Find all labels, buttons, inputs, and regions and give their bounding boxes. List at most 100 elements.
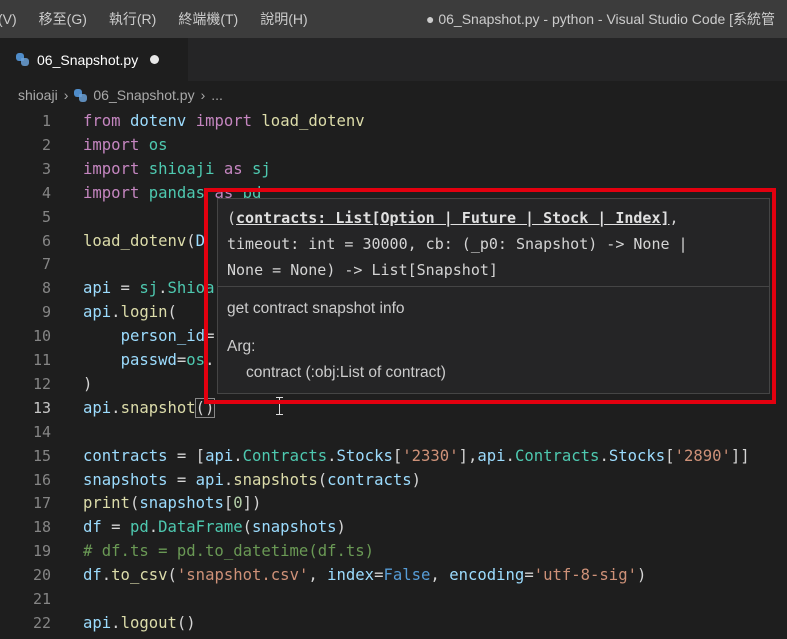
code-token: snapshots (252, 518, 337, 537)
code-token: api (83, 303, 112, 322)
line-number: 12 (32, 374, 51, 393)
code-line[interactable]: 19 # df.ts = pd.to_datetime(df.ts) (0, 539, 787, 563)
menu-terminal[interactable]: 終端機(T) (167, 0, 249, 38)
code-line[interactable]: 18 df = pd.DataFrame(snapshots) (0, 515, 787, 539)
code-token: snapshots (139, 494, 224, 513)
line-number: 11 (32, 351, 51, 369)
code-token: [ (392, 446, 403, 465)
code-text[interactable]: contracts = [api.Contracts.Stocks['2330'… (83, 444, 750, 468)
line-number: 19 (32, 542, 51, 561)
code-token: . (223, 470, 234, 489)
code-token: . (327, 446, 337, 465)
code-text[interactable]: ) (83, 372, 92, 396)
highlight-frame (204, 188, 776, 404)
line-number: 21 (32, 590, 51, 608)
line-number: 8 (41, 279, 51, 298)
breadcrumb-file[interactable]: 06_Snapshot.py (93, 87, 194, 103)
line-number: 18 (32, 518, 51, 537)
code-token: import (195, 112, 253, 130)
code-token: ]] (730, 446, 750, 465)
code-text[interactable]: load_dotenv(D (83, 229, 205, 253)
code-token: os (186, 351, 206, 369)
code-token: . (111, 398, 121, 417)
code-text[interactable]: person_id= (83, 324, 215, 348)
chevron-right-icon: › (63, 87, 69, 103)
code-text[interactable]: api.logout() (83, 611, 196, 635)
code-token: # df.ts = pd.to_datetime(df.ts) (83, 542, 375, 561)
line-number: 13 (32, 398, 51, 417)
code-line[interactable]: 1 from dotenv import load_dotenv (0, 109, 787, 133)
code-text[interactable]: import shioaji as sj (83, 157, 271, 181)
code-text[interactable]: df = pd.DataFrame(snapshots) (83, 515, 346, 539)
code-text[interactable]: api = sj.Shioa (83, 276, 214, 300)
code-line[interactable]: 21 (0, 587, 787, 611)
line-number: 3 (41, 159, 51, 178)
code-token: logout (120, 613, 177, 632)
unsaved-dot-icon[interactable] (150, 55, 160, 64)
tab-label: 06_Snapshot.py (37, 51, 139, 68)
code-token: . (233, 446, 243, 465)
code-text[interactable]: print(snapshots[0]) (83, 491, 261, 515)
code-line[interactable]: 17 print(snapshots[0]) (0, 491, 787, 515)
code-token: from (83, 112, 121, 130)
code-token: = (176, 351, 187, 369)
breadcrumb-more[interactable]: ... (211, 87, 223, 103)
code-token: . (158, 279, 168, 298)
code-line[interactable]: 20 df.to_csv('snapshot.csv', index = False,… (0, 563, 787, 587)
code-token: ) (336, 518, 346, 537)
window-title: ● 06_Snapshot.py - python - Visual Studi… (426, 11, 776, 27)
code-token: '2890' (674, 446, 731, 465)
code-token: index (327, 566, 375, 585)
line-number: 2 (41, 135, 51, 154)
code-token: api (83, 398, 112, 417)
line-number: 15 (32, 446, 51, 465)
code-token: '2330' (402, 446, 459, 465)
code-token: Contracts (242, 446, 328, 465)
code-token: . (148, 518, 159, 537)
code-text[interactable]: df.to_csv('snapshot.csv', index = False, e… (83, 563, 646, 587)
code-text[interactable]: api.login( (83, 300, 177, 324)
code-token: encoding (449, 566, 525, 585)
code-text[interactable]: api.snapshot() (83, 396, 216, 420)
code-line[interactable]: 16 snapshots = api.snapshots(contracts) (0, 468, 787, 492)
line-number: 9 (41, 303, 51, 322)
menu-run[interactable]: 執行(R) (98, 0, 167, 38)
code-token: load_dotenv (83, 231, 187, 250)
code-text[interactable]: import os (83, 133, 168, 157)
breadcrumb-folder[interactable]: shioaji (18, 87, 58, 103)
menu-view[interactable]: (V) (0, 0, 28, 38)
code-token: api (83, 279, 112, 298)
tab-06-snapshot[interactable]: 06_Snapshot.py (0, 38, 188, 81)
code-text[interactable]: passwd=os. (83, 348, 215, 372)
line-number: 20 (32, 566, 51, 585)
code-line[interactable]: 3 import shioaji as sj (0, 157, 787, 181)
code-text[interactable]: from dotenv import load_dotenv (83, 109, 365, 133)
code-token: api (195, 470, 224, 489)
code-line[interactable]: 2 import os (0, 133, 787, 157)
line-number: 14 (32, 422, 51, 441)
code-token: . (111, 303, 121, 322)
code-token: ) (636, 566, 647, 585)
code-token: = (524, 566, 534, 585)
code-token: df (83, 518, 102, 537)
code-text[interactable]: # df.ts = pd.to_datetime(df.ts) (83, 539, 374, 563)
code-token: shioaji (148, 159, 215, 178)
tab-bar: 06_Snapshot.py (0, 38, 787, 81)
code-text[interactable]: snapshots = api.snapshots(contracts) (83, 468, 421, 492)
menu-go[interactable]: 移至(G) (28, 0, 98, 38)
menu-help[interactable]: 說明(H) (249, 0, 318, 38)
line-number: 16 (32, 470, 51, 489)
code-line[interactable]: 22 api.logout() (0, 611, 787, 635)
code-line[interactable]: 14 (0, 420, 787, 444)
code-line[interactable]: 15 contracts = [api.Contracts.Stocks['233… (0, 444, 787, 468)
code-token: person_id (120, 327, 206, 346)
line-number: 1 (41, 112, 51, 130)
line-number: 5 (41, 207, 51, 226)
code-token: import (83, 135, 140, 154)
